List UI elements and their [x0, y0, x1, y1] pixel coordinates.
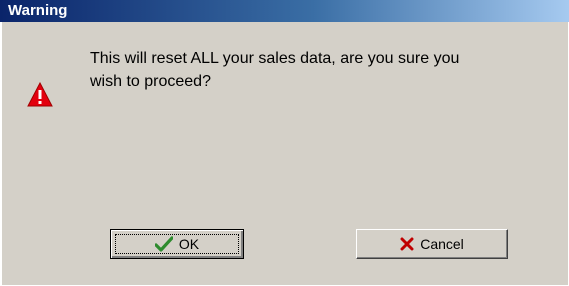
cancel-button[interactable]: Cancel — [356, 229, 508, 259]
title-bar[interactable]: Warning — [0, 0, 569, 22]
focus-rectangle — [115, 234, 239, 254]
x-icon — [400, 237, 414, 251]
window-title: Warning — [8, 2, 68, 19]
cancel-button-label: Cancel — [420, 236, 464, 252]
message-line-1: This will reset ALL your sales data, are… — [90, 50, 460, 67]
message-line-2: wish to proceed? — [90, 73, 211, 90]
ok-button[interactable]: OK — [110, 229, 244, 259]
window-left-edge — [0, 22, 2, 286]
warning-message: This will reset ALL your sales data, are… — [90, 47, 540, 93]
warning-triangle-icon — [27, 82, 53, 107]
warning-dialog: Warning This will reset ALL your sales d… — [0, 0, 569, 286]
